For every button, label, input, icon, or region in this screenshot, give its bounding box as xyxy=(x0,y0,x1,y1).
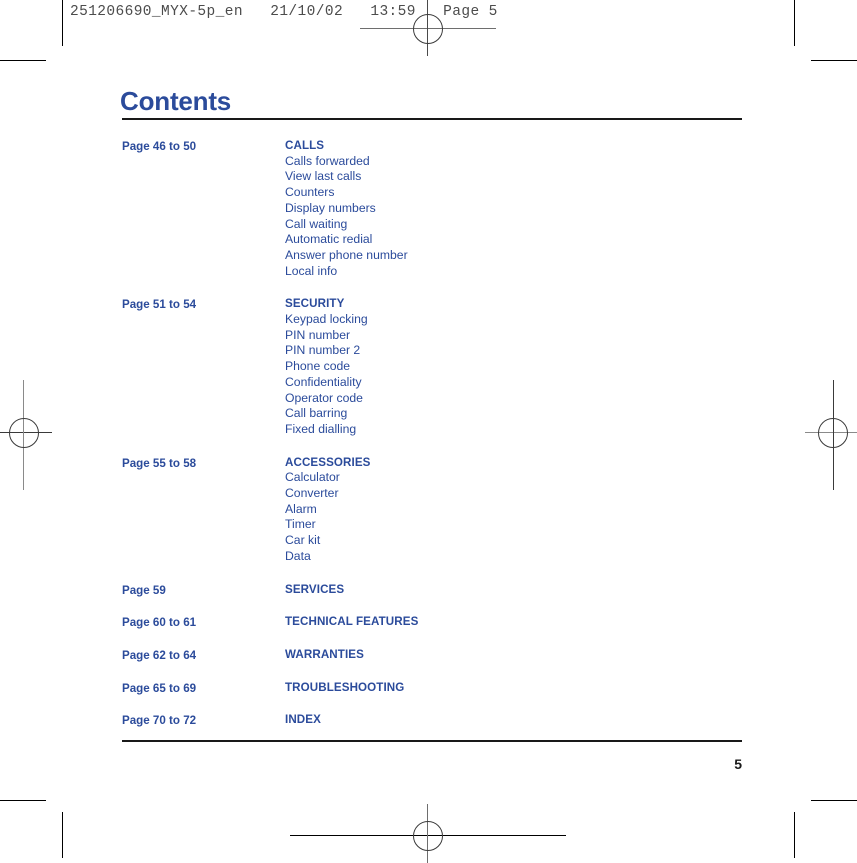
toc-sub-item[interactable]: Operator code xyxy=(285,391,742,407)
registration-mark-left-icon xyxy=(0,380,62,490)
toc-section-gap xyxy=(122,279,742,296)
toc-page-range[interactable]: Page 60 to 61 xyxy=(122,614,285,631)
toc-sub-item[interactable]: Fixed dialling xyxy=(285,422,742,438)
crop-mark-top-right-vertical xyxy=(794,0,795,46)
toc-section-heading[interactable]: CALLS xyxy=(285,138,742,154)
toc-section-body: INDEX xyxy=(285,712,742,728)
page-title: Contents xyxy=(120,86,232,116)
page-number: 5 xyxy=(734,756,742,772)
toc-section-heading[interactable]: INDEX xyxy=(285,712,742,728)
toc-section-gap xyxy=(122,631,742,647)
toc-sub-item[interactable]: View last calls xyxy=(285,169,742,185)
toc-section-heading[interactable]: WARRANTIES xyxy=(285,647,742,663)
toc-section-body: SERVICES xyxy=(285,582,742,598)
toc-sub-item[interactable]: PIN number xyxy=(285,328,742,344)
toc-section-gap xyxy=(122,438,742,455)
toc-section-gap xyxy=(122,696,742,712)
toc-sub-item[interactable]: Alarm xyxy=(285,502,742,518)
toc-sub-item[interactable]: Counters xyxy=(285,185,742,201)
toc-sub-item[interactable]: Automatic redial xyxy=(285,232,742,248)
footer-divider xyxy=(122,740,742,742)
crop-mark-bottom-right-vertical xyxy=(794,812,795,858)
toc-section: Page 59 SERVICES xyxy=(122,582,742,599)
toc-section: Page 65 to 69 TROUBLESHOOTING xyxy=(122,680,742,697)
toc-page-range[interactable]: Page 46 to 50 xyxy=(122,138,285,155)
crop-mark-top-right-horizontal xyxy=(811,60,857,61)
toc-section-body: SECURITY Keypad locking PIN number PIN numb… xyxy=(285,296,742,437)
crop-mark-top-left-vertical xyxy=(62,0,63,46)
table-of-contents: Page 46 to 50 CALLS Calls forwarded View la… xyxy=(122,138,742,729)
toc-section: Page 55 to 58 ACCESSORIES Calculator Conver… xyxy=(122,455,742,565)
toc-sub-item[interactable]: Converter xyxy=(285,486,742,502)
toc-section-gap xyxy=(122,565,742,582)
toc-sub-item[interactable]: Answer phone number xyxy=(285,248,742,264)
toc-sub-item[interactable]: Phone code xyxy=(285,359,742,375)
crop-mark-bottom-left-horizontal xyxy=(0,800,46,801)
toc-page-range[interactable]: Page 70 to 72 xyxy=(122,712,285,729)
registration-ring xyxy=(413,821,443,851)
registration-ring xyxy=(818,418,848,448)
toc-page-range[interactable]: Page 65 to 69 xyxy=(122,680,285,697)
document-page: 251206690_MYX-5p_en 21/10/02 13:59 Page … xyxy=(0,0,857,863)
toc-sub-item[interactable]: Call waiting xyxy=(285,217,742,233)
toc-page-range[interactable]: Page 51 to 54 xyxy=(122,296,285,313)
toc-section: Page 62 to 64 WARRANTIES xyxy=(122,647,742,664)
toc-section-body: WARRANTIES xyxy=(285,647,742,663)
registration-ring xyxy=(9,418,39,448)
toc-page-range[interactable]: Page 59 xyxy=(122,582,285,599)
crop-mark-bottom-left-vertical xyxy=(62,812,63,858)
toc-page-range[interactable]: Page 62 to 64 xyxy=(122,647,285,664)
crop-mark-bottom-right-horizontal xyxy=(811,800,857,801)
toc-section-gap xyxy=(122,598,742,614)
toc-sub-item[interactable]: Display numbers xyxy=(285,201,742,217)
toc-sub-item[interactable]: Calls forwarded xyxy=(285,154,742,170)
toc-section: Page 46 to 50 CALLS Calls forwarded View la… xyxy=(122,138,742,279)
toc-sub-item[interactable]: Timer xyxy=(285,517,742,533)
toc-section: Page 70 to 72 INDEX xyxy=(122,712,742,729)
toc-section-body: TECHNICAL FEATURES xyxy=(285,614,742,630)
toc-section-gap xyxy=(122,664,742,680)
crop-mark-top-left-horizontal xyxy=(0,60,46,61)
toc-sub-item[interactable]: PIN number 2 xyxy=(285,343,742,359)
toc-sub-item[interactable]: Call barring xyxy=(285,406,742,422)
toc-section-heading[interactable]: SECURITY xyxy=(285,296,742,312)
toc-section: Page 51 to 54 SECURITY Keypad locking PIN n… xyxy=(122,296,742,437)
toc-section-body: ACCESSORIES Calculator Converter Alarm Timer… xyxy=(285,455,742,565)
registration-mark-bottom-icon xyxy=(290,800,566,863)
registration-mark-right-icon xyxy=(795,380,857,490)
toc-sub-item[interactable]: Keypad locking xyxy=(285,312,742,328)
toc-sub-item[interactable]: Local info xyxy=(285,264,742,280)
toc-sub-item[interactable]: Car kit xyxy=(285,533,742,549)
toc-section: Page 60 to 61 TECHNICAL FEATURES xyxy=(122,614,742,631)
toc-section-body: TROUBLESHOOTING xyxy=(285,680,742,696)
title-divider xyxy=(122,118,742,120)
toc-section-heading[interactable]: SERVICES xyxy=(285,582,742,598)
toc-page-range[interactable]: Page 55 to 58 xyxy=(122,455,285,472)
toc-section-heading[interactable]: TECHNICAL FEATURES xyxy=(285,614,742,630)
toc-section-body: CALLS Calls forwarded View last calls Count… xyxy=(285,138,742,279)
toc-sub-item[interactable]: Calculator xyxy=(285,470,742,486)
print-job-header: 251206690_MYX-5p_en 21/10/02 13:59 Page … xyxy=(70,4,498,20)
toc-sub-item[interactable]: Confidentiality xyxy=(285,375,742,391)
toc-section-heading[interactable]: ACCESSORIES xyxy=(285,455,742,471)
toc-section-heading[interactable]: TROUBLESHOOTING xyxy=(285,680,742,696)
toc-sub-item[interactable]: Data xyxy=(285,549,742,565)
